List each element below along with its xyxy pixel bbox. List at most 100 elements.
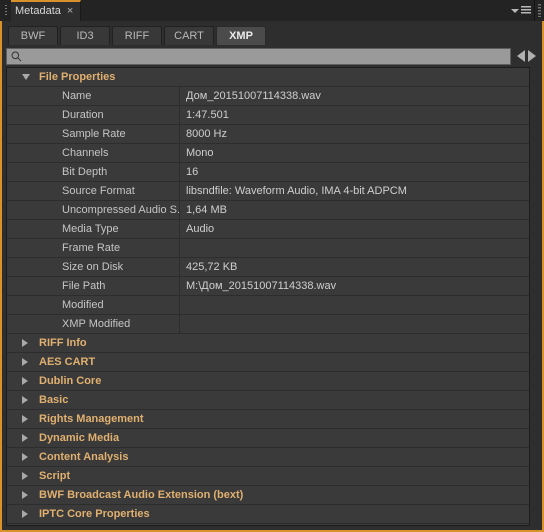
- property-label: Channels: [7, 144, 180, 162]
- table-row[interactable]: Uncompressed Audio S... 1,64 MB: [7, 201, 529, 220]
- panel-body: BWF ID3 RIFF CART XMP File Properties Na…: [0, 21, 544, 532]
- table-row[interactable]: Modified: [7, 296, 529, 315]
- group-title: RIFF Info: [39, 337, 87, 349]
- tab-riff-label: RIFF: [124, 30, 150, 42]
- panel-tab-label: Metadata: [15, 5, 61, 17]
- property-label: Media Type: [7, 220, 180, 238]
- table-row[interactable]: Sample Rate 8000 Hz: [7, 125, 529, 144]
- panel-resize-grip[interactable]: [534, 0, 544, 21]
- group-header-file-properties[interactable]: File Properties: [7, 68, 529, 87]
- tab-bwf[interactable]: BWF: [8, 26, 58, 45]
- arrow-left-icon[interactable]: [517, 50, 525, 62]
- tab-bwf-label: BWF: [20, 30, 46, 42]
- property-value[interactable]: 8000 Hz: [180, 125, 529, 143]
- chevron-right-icon[interactable]: [22, 510, 28, 518]
- chevron-right-icon[interactable]: [22, 415, 28, 423]
- group-title: Dublin Core: [39, 375, 102, 387]
- group-header-dynamic-media[interactable]: Dynamic Media: [7, 429, 529, 448]
- chevron-right-icon[interactable]: [22, 339, 28, 347]
- group-title: Rights Management: [39, 413, 144, 425]
- tab-riff[interactable]: RIFF: [112, 26, 162, 45]
- property-label: File Path: [7, 277, 180, 295]
- hamburger-icon: [521, 6, 531, 15]
- chevron-right-icon[interactable]: [22, 453, 28, 461]
- property-label: Size on Disk: [7, 258, 180, 276]
- property-value[interactable]: [180, 315, 529, 333]
- tab-id3-label: ID3: [76, 30, 94, 42]
- tab-xmp-label: XMP: [229, 30, 253, 42]
- property-label: Sample Rate: [7, 125, 180, 143]
- table-row[interactable]: Size on Disk 425,72 KB: [7, 258, 529, 277]
- property-label: Uncompressed Audio S...: [7, 201, 180, 219]
- group-header-dublin-core[interactable]: Dublin Core: [7, 372, 529, 391]
- drag-grip-icon[interactable]: [0, 0, 11, 21]
- group-title: File Properties: [39, 71, 116, 83]
- close-icon[interactable]: ×: [67, 5, 73, 18]
- tab-cart[interactable]: CART: [164, 26, 214, 45]
- property-label: Frame Rate: [7, 239, 180, 257]
- chevron-right-icon[interactable]: [22, 472, 28, 480]
- search-box[interactable]: [6, 47, 511, 65]
- property-value[interactable]: [180, 296, 529, 314]
- table-row[interactable]: Name Дом_20151007114338.wav: [7, 87, 529, 106]
- group-header-iptc-core-properties[interactable]: IPTC Core Properties: [7, 505, 529, 524]
- table-row[interactable]: Duration 1:47.501: [7, 106, 529, 125]
- panel-titlebar: Metadata ×: [0, 0, 544, 21]
- table-row[interactable]: Source Format libsndfile: Waveform Audio…: [7, 182, 529, 201]
- table-row[interactable]: Frame Rate: [7, 239, 529, 258]
- property-label: Source Format: [7, 182, 180, 200]
- group-title: IPTC Core Properties: [39, 508, 150, 520]
- group-title: Script: [39, 470, 71, 482]
- group-header-aes-cart[interactable]: AES CART: [7, 353, 529, 372]
- property-label: Bit Depth: [7, 163, 180, 181]
- chevron-right-icon[interactable]: [22, 434, 28, 442]
- group-title: Content Analysis: [39, 451, 129, 463]
- table-row[interactable]: XMP Modified: [7, 315, 529, 334]
- group-header-script[interactable]: Script: [7, 467, 529, 486]
- search-input[interactable]: [25, 49, 506, 63]
- group-title: BWF Broadcast Audio Extension (bext): [39, 489, 244, 501]
- table-row[interactable]: Bit Depth 16: [7, 163, 529, 182]
- titlebar-filler: [81, 0, 508, 21]
- property-value[interactable]: Mono: [180, 144, 529, 162]
- property-value[interactable]: Audio: [180, 220, 529, 238]
- group-title: Basic: [39, 394, 69, 406]
- property-value[interactable]: libsndfile: Waveform Audio, IMA 4-bit AD…: [180, 182, 529, 200]
- table-row[interactable]: File Path M:\Дом_20151007114338.wav: [7, 277, 529, 296]
- tab-xmp[interactable]: XMP: [216, 26, 266, 45]
- panel-tab-metadata[interactable]: Metadata ×: [11, 0, 82, 21]
- metadata-list[interactable]: File Properties Name Дом_20151007114338.…: [6, 67, 530, 526]
- tab-cart-label: CART: [174, 30, 204, 42]
- property-value[interactable]: 16: [180, 163, 529, 181]
- group-title: Dynamic Media: [39, 432, 120, 444]
- metadata-panel: Metadata × BWF ID3 RIFF CART XMP File Pr…: [0, 0, 544, 532]
- property-value[interactable]: Дом_20151007114338.wav: [180, 87, 529, 105]
- property-label: Name: [7, 87, 180, 105]
- chevron-right-icon[interactable]: [22, 396, 28, 404]
- property-value[interactable]: 1:47.501: [180, 106, 529, 124]
- panel-menu-button[interactable]: [508, 0, 534, 21]
- group-header-basic[interactable]: Basic: [7, 391, 529, 410]
- group-header-bwf-broadcast-audio-extension[interactable]: BWF Broadcast Audio Extension (bext): [7, 486, 529, 505]
- property-value[interactable]: M:\Дом_20151007114338.wav: [180, 277, 529, 295]
- chevron-right-icon[interactable]: [22, 358, 28, 366]
- chevron-down-icon[interactable]: [22, 74, 30, 80]
- property-value[interactable]: [180, 239, 529, 257]
- arrow-right-icon[interactable]: [528, 50, 536, 62]
- property-value[interactable]: 1,64 MB: [180, 201, 529, 219]
- search-icon: [11, 51, 22, 62]
- list-filler-row: [7, 524, 529, 525]
- property-value[interactable]: 425,72 KB: [180, 258, 529, 276]
- chevron-right-icon[interactable]: [22, 491, 28, 499]
- property-label: Modified: [7, 296, 180, 314]
- group-header-riff-info[interactable]: RIFF Info: [7, 334, 529, 353]
- chevron-down-icon: [511, 8, 519, 13]
- format-tabstrip: BWF ID3 RIFF CART XMP: [2, 21, 542, 45]
- group-header-content-analysis[interactable]: Content Analysis: [7, 448, 529, 467]
- table-row[interactable]: Media Type Audio: [7, 220, 529, 239]
- search-nav-arrows: [511, 50, 540, 62]
- table-row[interactable]: Channels Mono: [7, 144, 529, 163]
- group-header-rights-management[interactable]: Rights Management: [7, 410, 529, 429]
- tab-id3[interactable]: ID3: [60, 26, 110, 45]
- chevron-right-icon[interactable]: [22, 377, 28, 385]
